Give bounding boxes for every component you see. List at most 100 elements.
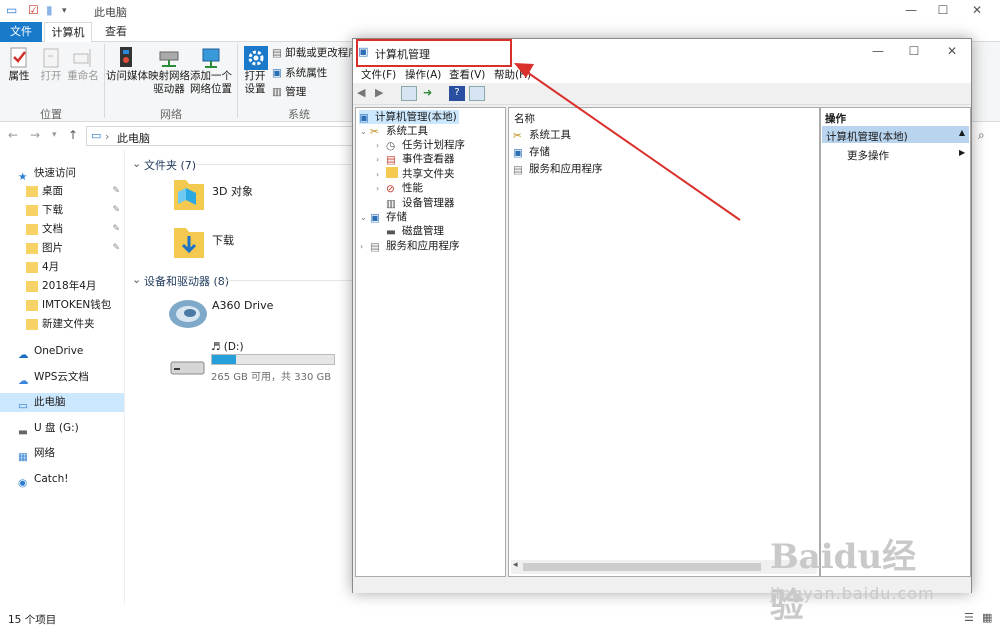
nav-item-documents[interactable]: 文档 ✎ (0, 220, 124, 239)
collapse-icon[interactable]: ⌄ (360, 211, 370, 225)
menu-action[interactable]: 操作(A) (405, 67, 441, 82)
scroll-left-icon[interactable]: ◂ (513, 560, 518, 570)
menu-file[interactable]: 文件(F) (361, 67, 396, 82)
cm-maximize-icon[interactable]: ☐ (899, 41, 929, 63)
expand-icon[interactable]: › (376, 139, 386, 153)
tree-device-manager[interactable]: ▥ 设备管理器 (386, 196, 455, 210)
nav-item-april[interactable]: 4月 (0, 258, 124, 277)
scrollbar-thumb[interactable] (523, 563, 761, 571)
help-icon[interactable]: ? (449, 86, 465, 101)
collapse-up-icon[interactable]: ▲ (959, 128, 965, 137)
address-bar[interactable]: ▭ › 此电脑 (86, 126, 356, 146)
nav-item-new-folder[interactable]: 新建文件夹 (0, 315, 124, 334)
manage-button[interactable]: ▥ 管理 (272, 86, 352, 99)
rename-button[interactable]: 重命名 (66, 46, 100, 83)
new-folder-quick-icon[interactable]: ▮ (46, 3, 53, 17)
forward-icon[interactable]: → (30, 128, 40, 142)
pin-icon[interactable]: ✎ (112, 220, 120, 239)
d-drive-space: 265 GB 可用，共 330 GB (211, 372, 332, 383)
tree-event-viewer[interactable]: › ▤ 事件查看器 (376, 152, 455, 166)
map-network-drive-button[interactable]: 映射网络 驱动器 (148, 46, 190, 96)
tab-view[interactable]: 查看 (96, 22, 136, 42)
computer-management-icon: ▣ (359, 112, 369, 124)
nav-wps[interactable]: ☁ WPS云文档 (0, 368, 124, 387)
actions-selected-label: 计算机管理(本地) (826, 131, 908, 143)
pin-icon[interactable]: ✎ (112, 201, 120, 220)
nav-quick-access[interactable]: ★ 快速访问 (0, 164, 124, 183)
minimize-icon[interactable]: — (896, 0, 926, 22)
action-pane-icon[interactable] (469, 86, 485, 101)
properties-quick-icon[interactable]: ☑ (28, 3, 39, 17)
folders-group-header[interactable]: 文件夹 (7) (144, 157, 196, 173)
open-settings-button[interactable]: 打开 设置 (240, 46, 270, 96)
up-icon[interactable]: ↑ (68, 128, 78, 142)
nav-item-imtoken[interactable]: IMTOKEN钱包 (0, 296, 124, 315)
actions-selected-item[interactable]: 计算机管理(本地) ▲ (822, 126, 969, 143)
nav-item-pictures[interactable]: 图片 ✎ (0, 239, 124, 258)
hard-drive-icon[interactable] (170, 358, 206, 378)
tree-task-scheduler[interactable]: › ◷ 任务计划程序 (376, 138, 465, 152)
quick-access-dropdown-icon[interactable]: ▾ (62, 6, 67, 16)
tree-root[interactable]: ▣ 计算机管理(本地) (359, 110, 459, 124)
breadcrumb: 此电脑 (117, 132, 150, 145)
tab-computer[interactable]: 计算机 (44, 22, 92, 43)
group-collapse-icon[interactable]: ⌄ (132, 273, 141, 286)
tree-services-apps[interactable]: › ▤ 服务和应用程序 (360, 239, 460, 253)
folder-downloads[interactable]: 下载 (212, 232, 234, 248)
add-network-location-button[interactable]: 添加一个 网络位置 (190, 46, 232, 96)
large-icons-view-icon[interactable]: ▦ (982, 611, 992, 624)
3d-objects-folder-icon[interactable] (172, 176, 206, 212)
forward-icon[interactable]: ▶ (375, 86, 391, 101)
expand-icon[interactable]: › (376, 153, 386, 167)
menu-view[interactable]: 查看(V) (449, 67, 485, 82)
nav-item-downloads[interactable]: 下载 ✎ (0, 201, 124, 220)
nav-label: 2018年4月 (42, 280, 97, 292)
search-icon[interactable]: ⌕ (978, 128, 985, 143)
nav-item-desktop[interactable]: 桌面 ✎ (0, 182, 124, 201)
a360-drive-label[interactable]: A360 Drive (212, 299, 273, 312)
cm-minimize-icon[interactable]: — (863, 41, 893, 63)
nav-label: 下载 (42, 204, 63, 216)
tree-system-tools[interactable]: ⌄ ✂ 系统工具 (360, 124, 428, 138)
maximize-icon[interactable]: ☐ (928, 0, 958, 22)
collapse-icon[interactable]: ⌄ (360, 125, 370, 139)
nav-network[interactable]: ▦ 网络 (0, 444, 124, 463)
recent-dropdown-icon[interactable]: ▾ (52, 130, 57, 140)
map-network-drive-label: 映射网络 驱动器 (148, 70, 190, 95)
nav-usb-drive[interactable]: ▬ U 盘 (G:) (0, 419, 124, 438)
downloads-folder-icon[interactable] (172, 224, 206, 260)
properties-button[interactable]: 属性 (4, 46, 34, 83)
cm-close-icon[interactable]: ✕ (937, 41, 967, 63)
tree-disk-management[interactable]: ▬ 磁盘管理 (386, 224, 444, 238)
expand-icon[interactable]: › (376, 182, 386, 196)
tree-shared-folders[interactable]: › 共享文件夹 (376, 167, 455, 181)
export-list-icon[interactable]: ➜ (423, 86, 439, 101)
a360-drive-icon[interactable] (168, 294, 208, 330)
nav-this-pc[interactable]: ▭ 此电脑 (0, 393, 124, 412)
expand-icon[interactable]: › (360, 240, 370, 254)
console-tree-icon[interactable] (401, 86, 417, 101)
tree-performance[interactable]: › ⊘ 性能 (376, 181, 423, 195)
access-media-button[interactable]: 访问媒体 (106, 46, 148, 83)
back-icon[interactable]: ◀ (357, 86, 373, 101)
back-icon[interactable]: ← (8, 128, 18, 142)
uninstall-program-button[interactable]: ▤ 卸载或更改程序 (272, 47, 362, 60)
d-drive-label[interactable]: ♬ (D:) (211, 341, 244, 353)
storage-icon: ▣ (370, 212, 380, 224)
tree-storage[interactable]: ⌄ ▣ 存储 (360, 210, 407, 224)
details-view-icon[interactable]: ☰ (964, 611, 974, 624)
open-button[interactable]: 打开 (36, 46, 66, 83)
nav-catch[interactable]: ◉ Catch! (0, 470, 124, 489)
nav-onedrive[interactable]: ☁ OneDrive (0, 342, 124, 361)
drives-group-header[interactable]: 设备和驱动器 (8) (144, 273, 229, 289)
more-actions[interactable]: 更多操作 (847, 148, 889, 163)
pin-icon[interactable]: ✎ (112, 182, 120, 201)
system-properties-button[interactable]: ▣ 系统属性 (272, 67, 352, 80)
nav-item-2018-april[interactable]: 2018年4月 (0, 277, 124, 296)
expand-icon[interactable]: › (376, 168, 386, 182)
group-collapse-icon[interactable]: ⌄ (132, 157, 141, 170)
tab-file[interactable]: 文件 (0, 22, 42, 42)
close-icon[interactable]: ✕ (962, 0, 992, 22)
folder-3d-objects[interactable]: 3D 对象 (212, 183, 253, 199)
pin-icon[interactable]: ✎ (112, 239, 120, 258)
